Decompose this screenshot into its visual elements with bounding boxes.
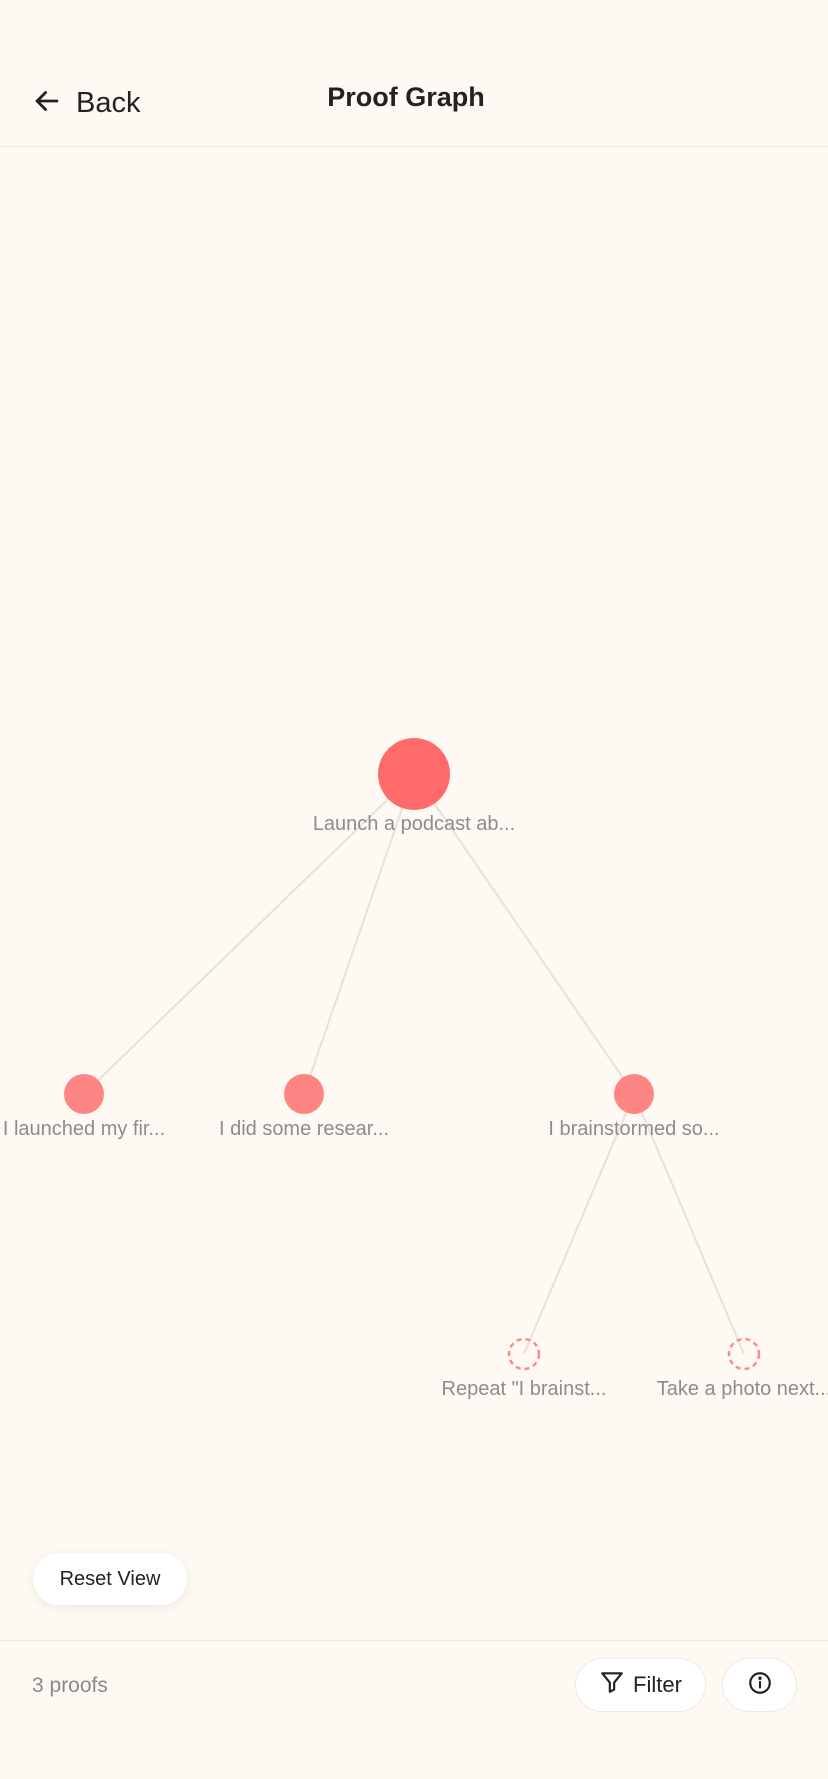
node-label: Take a photo next...: [657, 1378, 828, 1400]
node-label: I brainstormed so...: [548, 1118, 719, 1140]
node-label: Repeat "I brainst...: [442, 1378, 607, 1400]
reset-view-button[interactable]: Reset View: [33, 1553, 187, 1605]
node-circle[interactable]: [378, 738, 450, 810]
proof-count: 3 proofs: [32, 1674, 108, 1697]
info-icon: [747, 1670, 773, 1701]
node-label: I launched my fir...: [3, 1118, 165, 1140]
info-button[interactable]: [722, 1658, 797, 1712]
node-circle[interactable]: [614, 1074, 654, 1114]
node-circle[interactable]: [284, 1074, 324, 1114]
goal-node[interactable]: Launch a podcast ab...: [313, 738, 515, 835]
proof-graph-canvas[interactable]: Launch a podcast ab... I launched my fir.…: [0, 148, 828, 1639]
header: Back Proof Graph: [0, 0, 828, 147]
proof-node[interactable]: I brainstormed so...: [548, 1074, 720, 1140]
graph-svg[interactable]: Launch a podcast ab... I launched my fir.…: [0, 148, 828, 1639]
node-label: Launch a podcast ab...: [313, 813, 515, 835]
node-label: I did some resear...: [219, 1118, 389, 1140]
proof-node[interactable]: I launched my fir...: [3, 1074, 165, 1140]
suggestion-node[interactable]: Repeat "I brainst...: [442, 1337, 607, 1400]
proof-graph-screen: Back Proof Graph Launch a podcast ab... I…: [0, 0, 828, 1779]
footer: 3 proofs Filter: [0, 1640, 828, 1779]
filter-button[interactable]: Filter: [575, 1658, 706, 1712]
proof-node[interactable]: I did some resear...: [219, 1074, 389, 1140]
node-circle[interactable]: [64, 1074, 104, 1114]
page-title: Proof Graph: [327, 82, 485, 112]
filter-label: Filter: [633, 1672, 682, 1697]
filter-icon: [599, 1669, 625, 1701]
